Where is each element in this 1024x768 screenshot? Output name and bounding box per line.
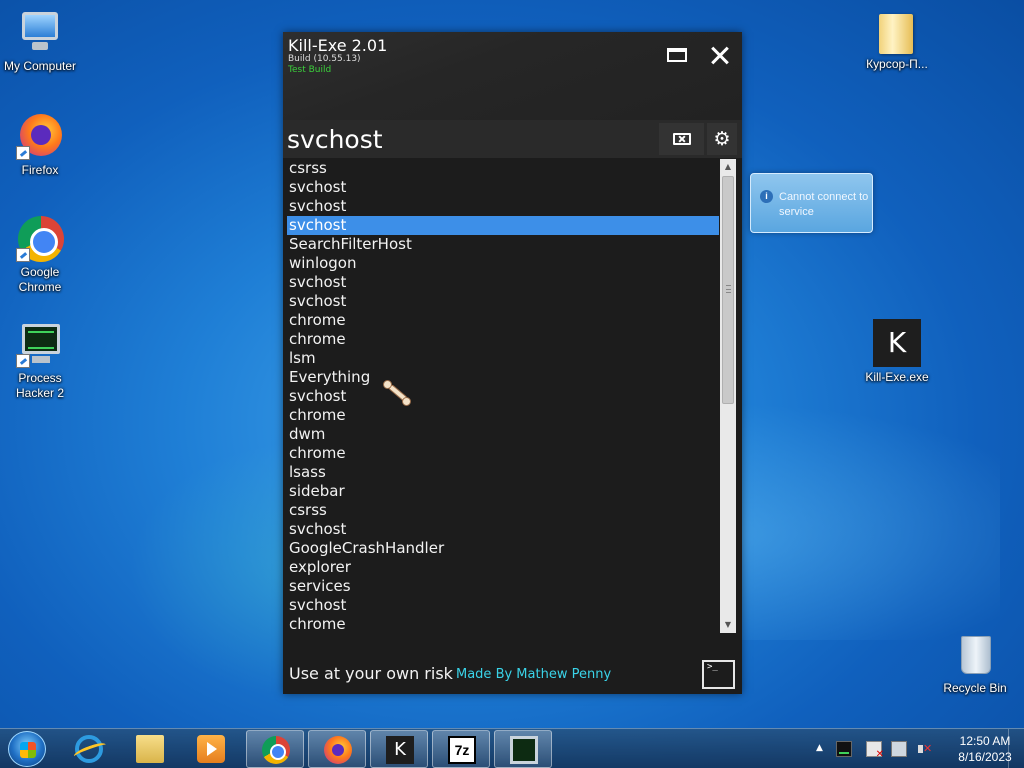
process-hacker-icon <box>510 736 538 764</box>
desktop-icon-label: Firefox <box>21 163 59 177</box>
desktop-icon-recycle-bin[interactable]: Recycle Bin <box>935 630 1015 696</box>
scroll-thumb[interactable] <box>722 176 734 404</box>
footer-warning: Use at your own risk <box>289 664 453 683</box>
clear-search-button[interactable] <box>659 123 704 155</box>
process-item[interactable]: chrome <box>287 330 719 349</box>
desktop-icon-label: Курсор-П... <box>866 57 928 71</box>
taskbar-process-hacker[interactable] <box>494 730 552 768</box>
search-bar: ⚙ <box>283 120 742 158</box>
folder-icon <box>136 735 164 763</box>
taskbar-media-player[interactable] <box>182 730 240 768</box>
show-desktop-button[interactable] <box>1008 729 1024 768</box>
process-item[interactable]: svchost <box>287 178 719 197</box>
scroll-down-arrow-icon[interactable]: ▼ <box>720 617 736 633</box>
author-credit-link[interactable]: Made By Mathew Penny <box>456 667 611 682</box>
process-item[interactable]: svchost <box>287 596 719 615</box>
process-item[interactable]: svchost <box>287 216 719 235</box>
taskbar-internet-explorer[interactable] <box>60 730 118 768</box>
desktop-icon-label: Kill-Exe.exe <box>865 370 929 384</box>
info-icon: i <box>760 190 773 203</box>
process-item[interactable]: chrome <box>287 406 719 425</box>
desktop-icon-process-hacker[interactable]: Process Hacker 2 <box>0 320 80 401</box>
process-item[interactable]: GoogleCrashHandler <box>287 539 719 558</box>
build-type-label: Test Build <box>288 65 332 75</box>
chrome-icon <box>262 736 290 764</box>
search-input[interactable] <box>287 123 652 155</box>
7zip-icon: 7z <box>448 736 476 764</box>
title-bar[interactable]: Kill-Exe 2.01 Build (10.55.13) Test Buil… <box>283 32 742 120</box>
process-item[interactable]: svchost <box>287 387 719 406</box>
process-item[interactable]: chrome <box>287 444 719 463</box>
folder-icon <box>873 6 921 54</box>
taskbar-7zip[interactable]: 7z <box>432 730 490 768</box>
process-item[interactable]: chrome <box>287 615 719 633</box>
desktop-icon-label: Recycle Bin <box>943 681 1007 695</box>
taskbar-kill-exe[interactable]: K <box>370 730 428 768</box>
taskbar-chrome[interactable] <box>246 730 304 768</box>
process-item[interactable]: Everything <box>287 368 719 387</box>
windows-logo-icon <box>20 742 36 758</box>
process-hacker-icon <box>16 320 64 368</box>
chrome-icon <box>16 214 64 262</box>
process-monitor-tray-icon[interactable] <box>836 741 852 757</box>
kill-exe-window: Kill-Exe 2.01 Build (10.55.13) Test Buil… <box>283 32 742 694</box>
process-item[interactable]: lsass <box>287 463 719 482</box>
process-item[interactable]: svchost <box>287 273 719 292</box>
kill-exe-icon: K <box>873 319 921 367</box>
start-button[interactable] <box>8 731 46 767</box>
process-item[interactable]: SearchFilterHost <box>287 235 719 254</box>
build-label: Build (10.55.13) <box>288 54 361 64</box>
action-center-icon[interactable] <box>866 741 884 760</box>
footer: Use at your own risk Made By Mathew Penn… <box>283 656 742 694</box>
settings-button[interactable]: ⚙ <box>707 123 737 155</box>
terminal-icon: >_ <box>707 662 718 672</box>
firefox-icon <box>16 112 64 160</box>
app-title: Kill-Exe 2.01 <box>288 36 388 55</box>
desktop-icon-label: Process Hacker 2 <box>15 371 65 400</box>
process-list-scrollbar[interactable]: ▲ ▼ <box>720 159 736 633</box>
gear-icon: ⚙ <box>713 128 731 150</box>
clear-icon <box>673 133 691 145</box>
notification-toast[interactable]: i Cannot connect to service <box>750 173 873 233</box>
process-item[interactable]: svchost <box>287 520 719 539</box>
show-hidden-icons-arrow-icon[interactable]: ▲ <box>816 743 823 753</box>
taskbar: K 7z ▲ 12:50 AM 8/16/2023 <box>0 728 1024 768</box>
process-item[interactable]: winlogon <box>287 254 719 273</box>
process-item[interactable]: services <box>287 577 719 596</box>
network-icon[interactable] <box>891 741 907 757</box>
taskbar-windows-explorer[interactable] <box>121 730 179 768</box>
close-button[interactable] <box>706 42 734 68</box>
taskbar-firefox[interactable] <box>308 730 366 768</box>
desktop-icon-label: My Computer <box>3 59 77 73</box>
desktop-icon-folder[interactable]: Курсор-П... <box>857 6 937 72</box>
process-item[interactable]: lsm <box>287 349 719 368</box>
recycle-bin-icon <box>951 630 999 678</box>
process-list[interactable]: csrss svchost svchost svchost SearchFilterHo… <box>287 159 719 633</box>
process-item[interactable]: svchost <box>287 197 719 216</box>
process-item[interactable]: chrome <box>287 311 719 330</box>
kill-exe-icon: K <box>386 736 414 764</box>
process-item[interactable]: dwm <box>287 425 719 444</box>
process-item[interactable]: explorer <box>287 558 719 577</box>
desktop-icon-firefox[interactable]: Firefox <box>0 112 80 178</box>
computer-icon <box>16 8 64 56</box>
notification-text: Cannot connect to service <box>779 191 869 218</box>
maximize-icon <box>667 48 687 62</box>
firefox-icon <box>324 736 352 764</box>
desktop-icon-label: Google Chrome <box>18 265 62 294</box>
process-item[interactable]: svchost <box>287 292 719 311</box>
desktop-icon-google-chrome[interactable]: Google Chrome <box>0 214 80 295</box>
scroll-up-arrow-icon[interactable]: ▲ <box>720 159 736 175</box>
process-item[interactable]: sidebar <box>287 482 719 501</box>
console-button[interactable]: >_ <box>702 660 735 689</box>
process-item[interactable]: csrss <box>287 159 719 178</box>
media-player-icon <box>197 735 225 763</box>
bone-cursor-icon <box>381 378 413 408</box>
maximize-button[interactable] <box>663 42 691 68</box>
volume-muted-icon[interactable] <box>916 741 932 757</box>
desktop-icon-kill-exe[interactable]: K Kill-Exe.exe <box>857 319 937 385</box>
internet-explorer-icon <box>75 735 103 763</box>
desktop-icon-my-computer[interactable]: My Computer <box>0 8 80 74</box>
process-item[interactable]: csrss <box>287 501 719 520</box>
